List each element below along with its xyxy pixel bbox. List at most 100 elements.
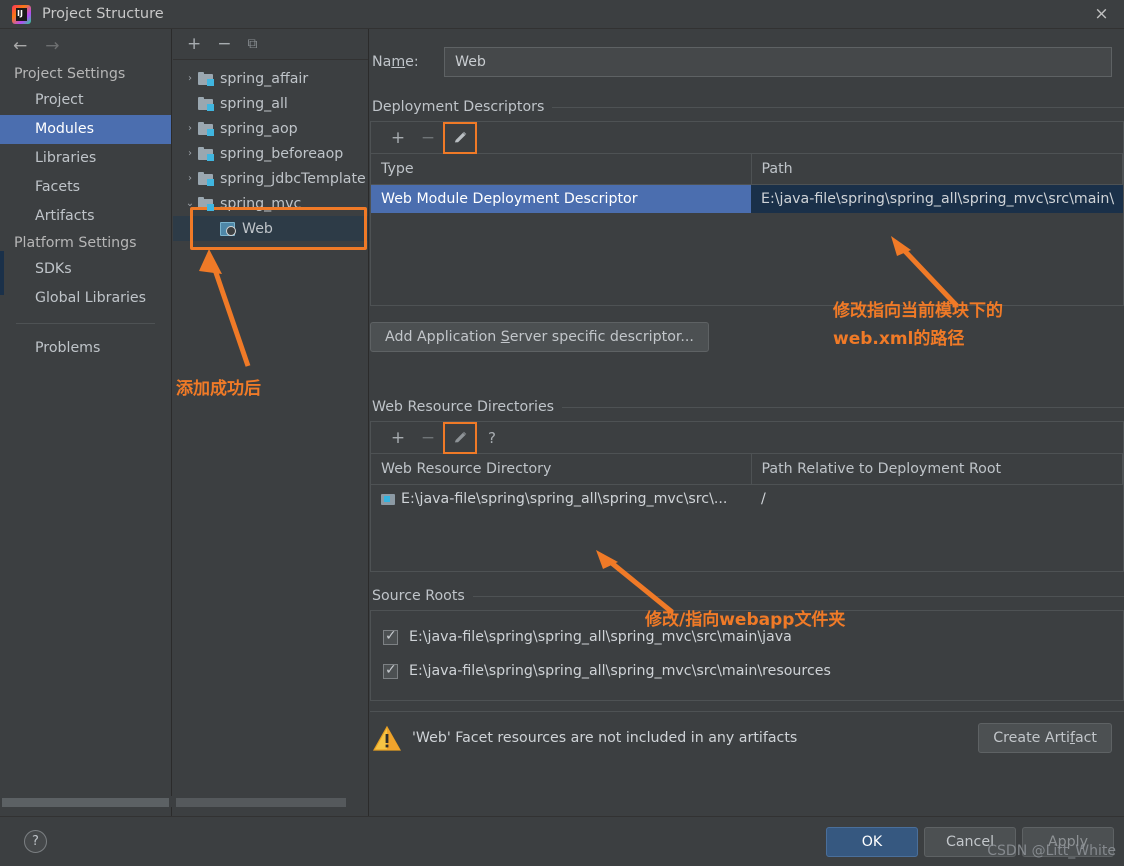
column-header-path-relative[interactable]: Path Relative to Deployment Root xyxy=(751,454,1123,485)
section-divider xyxy=(472,595,1124,597)
annotation-module-added: 添加成功后 xyxy=(176,379,261,399)
web-resource-directories-table: Web Resource Directory Path Relative to … xyxy=(371,454,1123,513)
edit-web-resource-button[interactable] xyxy=(443,421,477,454)
chevron-right-icon[interactable]: › xyxy=(182,73,198,84)
tree-item-label: spring_aop xyxy=(220,120,298,137)
modules-hscrollbar[interactable] xyxy=(174,796,368,807)
tree-item-spring-beforeaop[interactable]: › spring_beforeaop xyxy=(173,141,368,166)
sidebar-item-modules[interactable]: Modules xyxy=(0,115,171,144)
web-resource-directories-header: Web Resource Directories xyxy=(372,399,1124,415)
tree-item-label: spring_affair xyxy=(220,70,309,87)
deployment-descriptors-header: Deployment Descriptors xyxy=(372,99,1124,115)
title-bar: IJ Project Structure × xyxy=(0,0,1124,29)
table-header-row: Web Resource Directory Path Relative to … xyxy=(371,454,1123,485)
sidebar-hscrollbar[interactable] xyxy=(0,796,172,807)
intellij-logo-icon: IJ xyxy=(12,4,31,24)
help-button[interactable]: ? xyxy=(24,830,47,853)
ok-button[interactable]: OK xyxy=(826,826,918,857)
tree-item-spring-aop[interactable]: › spring_aop xyxy=(173,116,368,141)
source-root-checkbox[interactable] xyxy=(383,662,398,679)
edit-descriptor-button[interactable] xyxy=(443,121,477,154)
folder-module-icon xyxy=(198,146,214,161)
modules-toolbar: + − ⧉ xyxy=(173,29,368,60)
source-root-path: E:\java-file\spring\spring_all\spring_mv… xyxy=(409,663,831,679)
name-row: Name: xyxy=(372,46,1112,77)
settings-sidebar: ← → Project Settings Project Modules Lib… xyxy=(0,29,172,816)
add-web-resource-button[interactable]: + xyxy=(383,423,413,453)
tree-item-spring-mvc[interactable]: ⌄ spring_mvc xyxy=(173,191,368,216)
add-descriptor-button[interactable]: + xyxy=(383,123,413,153)
deployment-descriptors-title: Deployment Descriptors xyxy=(372,99,545,115)
section-divider xyxy=(562,406,1124,408)
deployment-toolbar: + − xyxy=(371,121,1123,154)
tree-item-label: spring_mvc xyxy=(220,195,302,212)
chevron-down-icon[interactable]: ⌄ xyxy=(182,198,198,209)
remove-module-button[interactable]: − xyxy=(217,35,231,53)
add-module-button[interactable]: + xyxy=(187,35,201,53)
sidebar-nav: ← → xyxy=(0,29,171,62)
sidebar-item-global-libraries[interactable]: Global Libraries xyxy=(0,284,171,313)
web-facet-settings-panel: Name: Deployment Descriptors + − xyxy=(370,29,1124,816)
web-resources-empty-area xyxy=(371,513,1123,571)
folder-icon xyxy=(381,493,395,505)
modules-tree-panel: + − ⧉ › spring_affair spring_all › sprin… xyxy=(173,29,369,816)
close-icon[interactable]: × xyxy=(1079,0,1124,28)
folder-module-icon xyxy=(198,171,214,186)
chevron-right-icon[interactable]: › xyxy=(182,173,198,184)
folder-module-icon xyxy=(198,71,214,86)
warning-text: 'Web' Facet resources are not included i… xyxy=(412,730,798,746)
column-header-type[interactable]: Type xyxy=(371,154,752,185)
table-row[interactable]: E:\java-file\spring\spring_all\spring_mv… xyxy=(371,484,1123,513)
copy-module-button[interactable]: ⧉ xyxy=(248,36,258,53)
add-app-server-descriptor-button[interactable]: Add Application Server specific descript… xyxy=(370,322,709,352)
tree-item-web-facet[interactable]: Web xyxy=(173,216,368,241)
source-root-checkbox[interactable] xyxy=(383,628,398,645)
tree-item-spring-all[interactable]: spring_all xyxy=(173,91,368,116)
sidebar-item-sdks[interactable]: SDKs xyxy=(0,255,171,284)
chevron-right-icon[interactable]: › xyxy=(182,123,198,134)
source-root-row[interactable]: E:\java-file\spring\spring_all\spring_mv… xyxy=(371,654,1123,688)
deployment-descriptors-table: Type Path Web Module Deployment Descript… xyxy=(371,154,1123,213)
scrollbar-thumb xyxy=(176,798,346,807)
web-facet-icon xyxy=(220,221,236,236)
annotation-descriptor-line1: 修改指向当前模块下的 xyxy=(833,301,1003,321)
deployment-empty-area xyxy=(371,213,1123,305)
pencil-icon xyxy=(454,431,466,443)
tree-item-spring-jdbctemplate[interactable]: › spring_jdbcTemplate xyxy=(173,166,368,191)
add-descriptor-row: Add Application Server specific descript… xyxy=(370,322,1124,352)
forward-arrow-icon[interactable]: → xyxy=(45,36,59,56)
sidebar-item-facets[interactable]: Facets xyxy=(0,173,171,202)
source-roots-header: Source Roots xyxy=(372,588,1124,604)
sidebar-item-project[interactable]: Project xyxy=(0,86,171,115)
folder-module-icon xyxy=(198,121,214,136)
column-header-web-resource-directory[interactable]: Web Resource Directory xyxy=(371,454,752,485)
sidebar-item-artifacts[interactable]: Artifacts xyxy=(0,202,171,231)
web-resources-help-button[interactable]: ? xyxy=(477,423,507,453)
remove-web-resource-button[interactable]: − xyxy=(413,423,443,453)
web-resource-directories-panel: + − ? Web Resource Directory Path Relati… xyxy=(370,421,1124,572)
remove-descriptor-button[interactable]: − xyxy=(413,123,443,153)
deployment-descriptors-panel: + − Type Path Web Module Deployment Desc… xyxy=(370,121,1124,306)
pencil-icon xyxy=(454,131,466,143)
create-artifact-button[interactable]: Create Artifact xyxy=(978,723,1112,753)
tree-item-label: spring_all xyxy=(220,95,288,112)
name-input[interactable] xyxy=(444,46,1112,77)
sidebar-divider xyxy=(16,323,155,324)
window-title: Project Structure xyxy=(42,6,164,22)
name-label: Name: xyxy=(372,53,419,70)
web-resource-directories-title: Web Resource Directories xyxy=(372,399,555,415)
sidebar-group-project-settings: Project Settings xyxy=(14,66,126,82)
tree-item-label: Web xyxy=(242,220,273,237)
modules-tree: › spring_affair spring_all › spring_aop … xyxy=(173,60,368,241)
sidebar-item-libraries[interactable]: Libraries xyxy=(0,144,171,173)
column-header-path[interactable]: Path xyxy=(751,154,1123,185)
tree-item-spring-affair[interactable]: › spring_affair xyxy=(173,66,368,91)
source-root-path: E:\java-file\spring\spring_all\spring_mv… xyxy=(409,629,792,645)
annotation-webapp: 修改/指向webapp文件夹 xyxy=(645,610,846,630)
cell-type: Web Module Deployment Descriptor xyxy=(371,184,751,213)
warning-icon xyxy=(372,725,402,752)
back-arrow-icon[interactable]: ← xyxy=(13,36,27,56)
chevron-right-icon[interactable]: › xyxy=(182,148,198,159)
table-row[interactable]: Web Module Deployment Descriptor E:\java… xyxy=(371,184,1123,213)
sidebar-item-problems[interactable]: Problems xyxy=(0,334,171,363)
